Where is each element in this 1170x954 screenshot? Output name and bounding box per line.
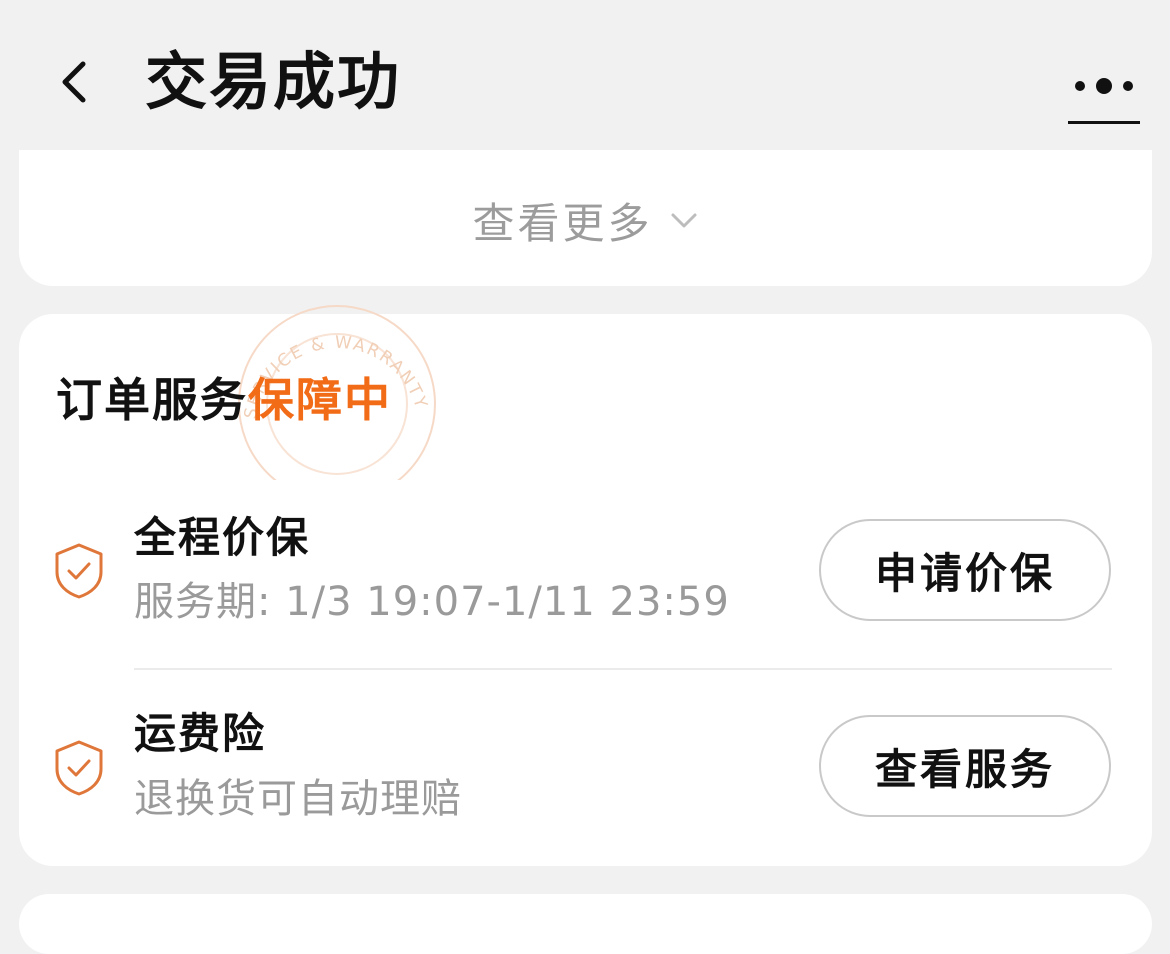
apply-price-protection-button[interactable]: 申请价保 xyxy=(819,519,1111,621)
service-item-description: 服务期: 1/3 19:07-1/11 23:59 xyxy=(134,579,730,625)
chevron-down-icon xyxy=(671,213,696,227)
shield-check-icon xyxy=(55,740,103,796)
next-card xyxy=(19,894,1152,954)
service-item-name: 全程价保 xyxy=(134,513,311,562)
more-button[interactable] xyxy=(1066,60,1142,124)
more-button-underline xyxy=(1068,121,1140,124)
section-title: 订单服务保障中 xyxy=(56,368,392,432)
nav-bar: 交易成功 xyxy=(0,0,1170,165)
view-more-label: 查看更多 xyxy=(472,199,653,248)
service-item-name: 运费险 xyxy=(134,709,267,758)
view-more-button[interactable]: 查看更多 xyxy=(19,190,1152,251)
order-details-card: 查看更多 xyxy=(19,150,1152,286)
divider xyxy=(134,668,1112,670)
page-title: 交易成功 xyxy=(145,45,402,118)
service-item-description: 退换货可自动理赔 xyxy=(134,776,462,822)
order-service-card: SERVICE & WARRANTY 订单服务保障中 全程价保 服务期: 1/3… xyxy=(19,305,1152,866)
more-dots-icon xyxy=(1075,78,1133,94)
back-button[interactable] xyxy=(44,52,104,112)
section-title-status: 保障中 xyxy=(248,373,392,427)
view-service-button[interactable]: 查看服务 xyxy=(819,715,1111,817)
chevron-left-icon xyxy=(62,61,86,103)
shield-check-icon xyxy=(55,543,103,599)
section-title-prefix: 订单服务 xyxy=(56,373,248,427)
